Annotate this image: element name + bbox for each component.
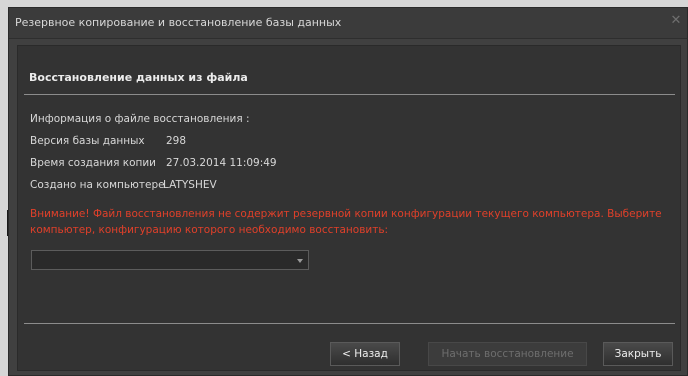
chevron-down-icon[interactable] xyxy=(297,259,303,263)
created-time-value: 27.03.2014 11:09:49 xyxy=(166,157,277,169)
close-button[interactable]: Закрыть xyxy=(603,342,673,366)
created-on-label: Создано на компьютере xyxy=(30,179,165,191)
file-info-header: Информация о файле восстановления : xyxy=(30,113,250,125)
db-version-label: Версия базы данных xyxy=(30,135,145,147)
content-panel: Восстановление данных из файла Информаци… xyxy=(17,45,681,371)
top-divider xyxy=(24,94,675,95)
backup-restore-dialog: Резервное копирование и восстановление б… xyxy=(8,7,688,376)
section-title: Восстановление данных из файла xyxy=(29,71,248,84)
computer-select[interactable] xyxy=(31,250,309,270)
bottom-divider xyxy=(24,323,675,324)
back-button[interactable]: < Назад xyxy=(330,342,400,366)
warning-message: Внимание! Файл восстановления не содержи… xyxy=(30,208,662,236)
created-on-value: LATYSHEV xyxy=(163,179,217,191)
db-version-value: 298 xyxy=(166,135,187,147)
window-title: Резервное копирование и восстановление б… xyxy=(15,16,342,29)
start-restore-button[interactable]: Начать восстановление xyxy=(428,342,587,366)
title-bar[interactable]: Резервное копирование и восстановление б… xyxy=(9,8,687,39)
created-time-label: Время создания копии xyxy=(30,157,156,169)
close-icon[interactable]: ✕ xyxy=(669,14,683,28)
